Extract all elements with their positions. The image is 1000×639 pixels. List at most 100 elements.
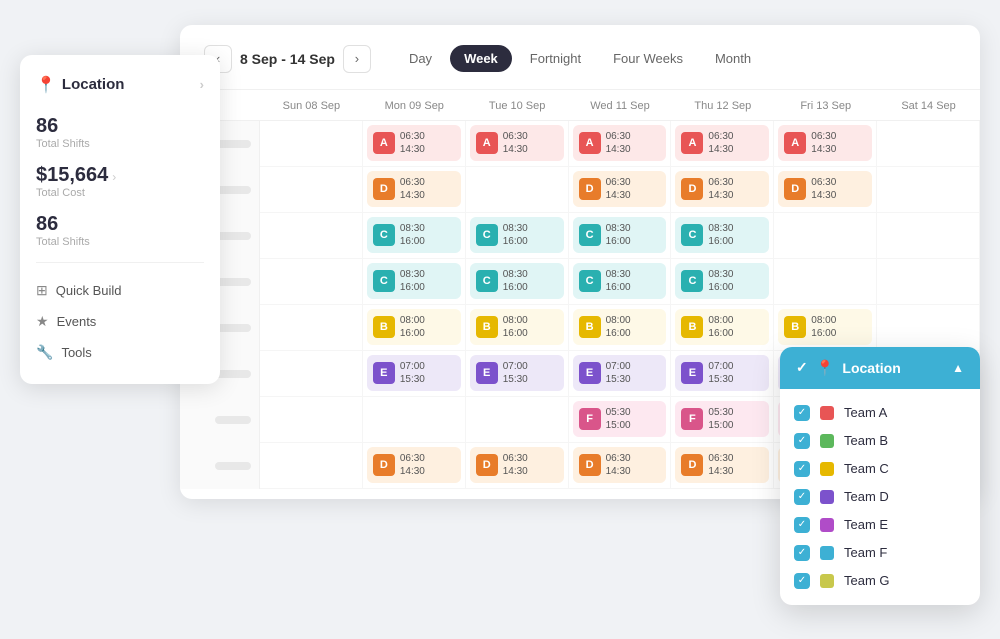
tab-four-weeks[interactable]: Four Weeks	[599, 45, 697, 72]
cell-thu-1[interactable]: A06:3014:30	[671, 121, 774, 167]
menu-quick-build[interactable]: ⊞ Quick Build	[36, 275, 204, 306]
cell-mon-2[interactable]: D06:3014:30	[363, 167, 466, 213]
cell-tue-6[interactable]: E07:0015:30	[466, 351, 569, 397]
main-container: ‹ 8 Sep - 14 Sep › Day Week Fortnight Fo…	[20, 15, 980, 625]
cell-sun-7	[260, 397, 363, 443]
team-g-checkbox[interactable]: ✓	[794, 573, 810, 589]
cell-mon-5[interactable]: B08:0016:00	[363, 305, 466, 351]
cell-wed-2[interactable]: D06:3014:30	[569, 167, 672, 213]
cell-mon-7	[363, 397, 466, 443]
team-d-label: Team D	[844, 489, 889, 504]
row-label-7	[180, 397, 260, 443]
stat-label-cost: Total Cost	[36, 187, 108, 199]
team-d-dot	[820, 490, 834, 504]
cell-sun-4	[260, 259, 363, 305]
cell-wed-8[interactable]: D06:3014:30	[569, 443, 672, 489]
cell-tue-5[interactable]: B08:0016:00	[466, 305, 569, 351]
team-row-c[interactable]: ✓ Team C	[794, 455, 966, 483]
menu-tools[interactable]: 🔧 Tools	[36, 337, 204, 368]
cell-wed-7[interactable]: F05:3015:00	[569, 397, 672, 443]
cell-fri-5[interactable]: B08:0016:00	[774, 305, 877, 351]
team-row-b[interactable]: ✓ Team B	[794, 427, 966, 455]
cell-thu-5[interactable]: B08:0016:00	[671, 305, 774, 351]
cell-sun-3	[260, 213, 363, 259]
cell-fri-3	[774, 213, 877, 259]
cell-sun-2	[260, 167, 363, 213]
date-navigation: ‹ 8 Sep - 14 Sep ›	[204, 45, 371, 73]
tab-week[interactable]: Week	[450, 45, 512, 72]
cell-mon-6[interactable]: E07:0015:30	[363, 351, 466, 397]
team-f-dot	[820, 546, 834, 560]
cell-sat-2	[877, 167, 980, 213]
cell-tue-8[interactable]: D06:3014:30	[466, 443, 569, 489]
cell-mon-3[interactable]: C08:3016:00	[363, 213, 466, 259]
next-week-button[interactable]: ›	[343, 45, 371, 73]
cell-tue-2	[466, 167, 569, 213]
cell-mon-8[interactable]: D06:3014:30	[363, 443, 466, 489]
cell-tue-1[interactable]: A06:3014:30	[466, 121, 569, 167]
cell-thu-4[interactable]: C08:3016:00	[671, 259, 774, 305]
team-c-checkbox[interactable]: ✓	[794, 461, 810, 477]
team-e-dot	[820, 518, 834, 532]
view-tabs: Day Week Fortnight Four Weeks Month	[395, 45, 765, 72]
cell-sun-1	[260, 121, 363, 167]
cell-wed-1[interactable]: A06:3014:30	[569, 121, 672, 167]
day-header-wed: Wed 11 Sep	[569, 90, 672, 121]
day-header-sat: Sat 14 Sep	[877, 90, 980, 121]
menu-events[interactable]: ★ Events	[36, 306, 204, 337]
day-header-sun: Sun 08 Sep	[260, 90, 363, 121]
cell-fri-1[interactable]: A06:3014:30	[774, 121, 877, 167]
cell-thu-3[interactable]: C08:3016:00	[671, 213, 774, 259]
tools-icon: 🔧	[36, 344, 53, 361]
sidebar-card: 📍 Location › 86 Total Shifts $15,664 Tot…	[20, 55, 220, 384]
cell-mon-4[interactable]: C08:3016:00	[363, 259, 466, 305]
location-icon: 📍	[36, 75, 56, 95]
cell-thu-6[interactable]: E07:0015:30	[671, 351, 774, 397]
team-row-d[interactable]: ✓ Team D	[794, 483, 966, 511]
cell-thu-7[interactable]: F05:3015:00	[671, 397, 774, 443]
nav-bar: ‹ 8 Sep - 14 Sep › Day Week Fortnight Fo…	[180, 45, 980, 90]
events-icon: ★	[36, 313, 49, 330]
cell-mon-1[interactable]: A06:3014:30	[363, 121, 466, 167]
cell-thu-2[interactable]: D06:3014:30	[671, 167, 774, 213]
team-a-checkbox[interactable]: ✓	[794, 405, 810, 421]
sidebar-divider	[36, 262, 204, 263]
team-d-checkbox[interactable]: ✓	[794, 489, 810, 505]
sidebar-location[interactable]: 📍 Location ›	[36, 75, 204, 95]
team-e-checkbox[interactable]: ✓	[794, 517, 810, 533]
team-row-a[interactable]: ✓ Team A	[794, 399, 966, 427]
team-g-label: Team G	[844, 573, 890, 588]
date-range-label: 8 Sep - 14 Sep	[240, 51, 335, 67]
cell-fri-4	[774, 259, 877, 305]
team-row-f[interactable]: ✓ Team F	[794, 539, 966, 567]
cell-wed-6[interactable]: E07:0015:30	[569, 351, 672, 397]
team-row-e[interactable]: ✓ Team E	[794, 511, 966, 539]
sidebar-stat-cost[interactable]: $15,664 Total Cost ›	[36, 164, 204, 199]
team-f-checkbox[interactable]: ✓	[794, 545, 810, 561]
tab-day[interactable]: Day	[395, 45, 446, 72]
cell-wed-4[interactable]: C08:3016:00	[569, 259, 672, 305]
dropdown-header[interactable]: ✓ 📍 Location ▲	[780, 347, 980, 389]
cell-thu-8[interactable]: D06:3014:30	[671, 443, 774, 489]
cell-wed-3[interactable]: C08:3016:00	[569, 213, 672, 259]
tab-month[interactable]: Month	[701, 45, 765, 72]
team-c-label: Team C	[844, 461, 889, 476]
team-b-checkbox[interactable]: ✓	[794, 433, 810, 449]
sidebar-stat-shifts-2: 86 Total Shifts	[36, 213, 204, 248]
cell-sat-3	[877, 213, 980, 259]
cell-wed-5[interactable]: B08:0016:00	[569, 305, 672, 351]
cell-sat-1	[877, 121, 980, 167]
dropdown-location-label: Location	[842, 360, 900, 376]
dropdown-location-icon: 📍	[816, 359, 835, 377]
day-header-fri: Fri 13 Sep	[774, 90, 877, 121]
team-a-label: Team A	[844, 405, 887, 420]
team-g-dot	[820, 574, 834, 588]
cell-tue-7	[466, 397, 569, 443]
cell-tue-3[interactable]: C08:3016:00	[466, 213, 569, 259]
cell-fri-2[interactable]: D06:3014:30	[774, 167, 877, 213]
tab-fortnight[interactable]: Fortnight	[516, 45, 595, 72]
cell-sat-5	[877, 305, 980, 351]
team-row-g[interactable]: ✓ Team G	[794, 567, 966, 595]
cell-tue-4[interactable]: C08:3016:00	[466, 259, 569, 305]
chevron-right-icon: ›	[200, 77, 204, 92]
